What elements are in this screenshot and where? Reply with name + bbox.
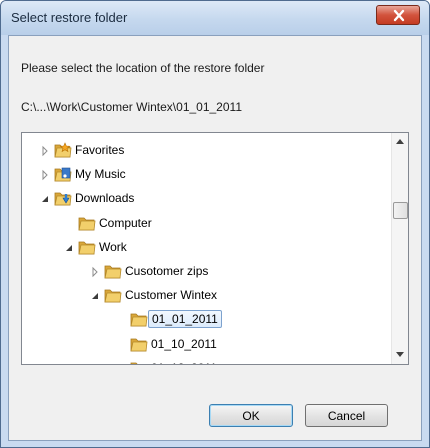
close-button[interactable] <box>376 5 420 25</box>
collapsed-arrow-icon[interactable] <box>90 266 100 278</box>
tree-item-work[interactable]: Work <box>22 237 390 259</box>
tree-item-label: Computer <box>99 215 152 230</box>
folder-icon <box>78 239 96 256</box>
folder-icon <box>130 311 148 328</box>
window-title: Select restore folder <box>11 10 128 25</box>
dialog-body: Please select the location of the restor… <box>8 35 422 441</box>
selected-path: C:\...\Work\Customer Wintex\01_01_2011 <box>21 100 242 114</box>
tree-item-label: Favorites <box>75 143 125 157</box>
folder-icon <box>130 360 148 364</box>
prompt-text: Please select the location of the restor… <box>21 61 265 75</box>
tree-item-label: Customer Wintex <box>125 288 218 303</box>
tree-item-cusotomer-zips[interactable]: Cusotomer zips <box>22 261 390 283</box>
title-bar[interactable]: Select restore folder <box>1 1 429 35</box>
tree-item-customer-wintex[interactable]: Customer Wintex <box>22 285 390 307</box>
expanded-arrow-icon[interactable] <box>64 242 74 254</box>
scroll-thumb[interactable] <box>393 202 408 219</box>
folder-icon <box>78 215 96 232</box>
dialog-window: Select restore folder Please select the … <box>0 0 430 448</box>
tree-item-computer[interactable]: Computer <box>22 213 390 235</box>
tree-scrollbar[interactable] <box>391 133 408 364</box>
tree-item-label: My Music <box>75 167 126 182</box>
tree-item-01-10-2011[interactable]: 01_10_2011 <box>22 334 390 356</box>
folder-tree[interactable]: Favorites My Music Downloads Computer Work Cu… <box>21 132 409 365</box>
ok-button[interactable]: OK <box>209 404 293 427</box>
tree-item-my-music[interactable]: My Music <box>22 164 390 186</box>
downloads-folder-icon <box>54 190 72 207</box>
tree-item-favorites[interactable]: Favorites <box>22 140 390 162</box>
expanded-arrow-icon[interactable] <box>40 193 50 205</box>
cancel-button[interactable]: Cancel <box>305 404 388 427</box>
close-icon <box>393 9 405 22</box>
scroll-up-arrow-icon[interactable] <box>396 139 404 144</box>
folder-icon <box>104 263 122 280</box>
tree-item-01-01-2011[interactable]: 01_01_2011 <box>22 309 390 331</box>
tree-item-label: Work <box>99 239 127 254</box>
folder-icon <box>130 336 148 353</box>
tree-item-label: 01_12_2011 <box>151 361 217 364</box>
folder-icon <box>104 287 122 304</box>
music-folder-icon <box>54 166 72 183</box>
tree-item-01-12-2011[interactable]: 01_12_2011 <box>22 358 390 364</box>
collapsed-arrow-icon[interactable] <box>40 169 50 181</box>
scroll-down-arrow-icon[interactable] <box>396 352 404 357</box>
tree-item-label: 01_10_2011 <box>151 336 217 351</box>
expanded-arrow-icon[interactable] <box>90 290 100 302</box>
favorites-folder-icon <box>54 142 72 159</box>
tree-item-downloads[interactable]: Downloads <box>22 188 390 210</box>
tree-item-label: Downloads <box>75 191 135 206</box>
tree-item-label: Cusotomer zips <box>125 264 209 278</box>
tree-item-label: 01_01_2011 <box>148 310 222 329</box>
collapsed-arrow-icon[interactable] <box>40 145 50 157</box>
